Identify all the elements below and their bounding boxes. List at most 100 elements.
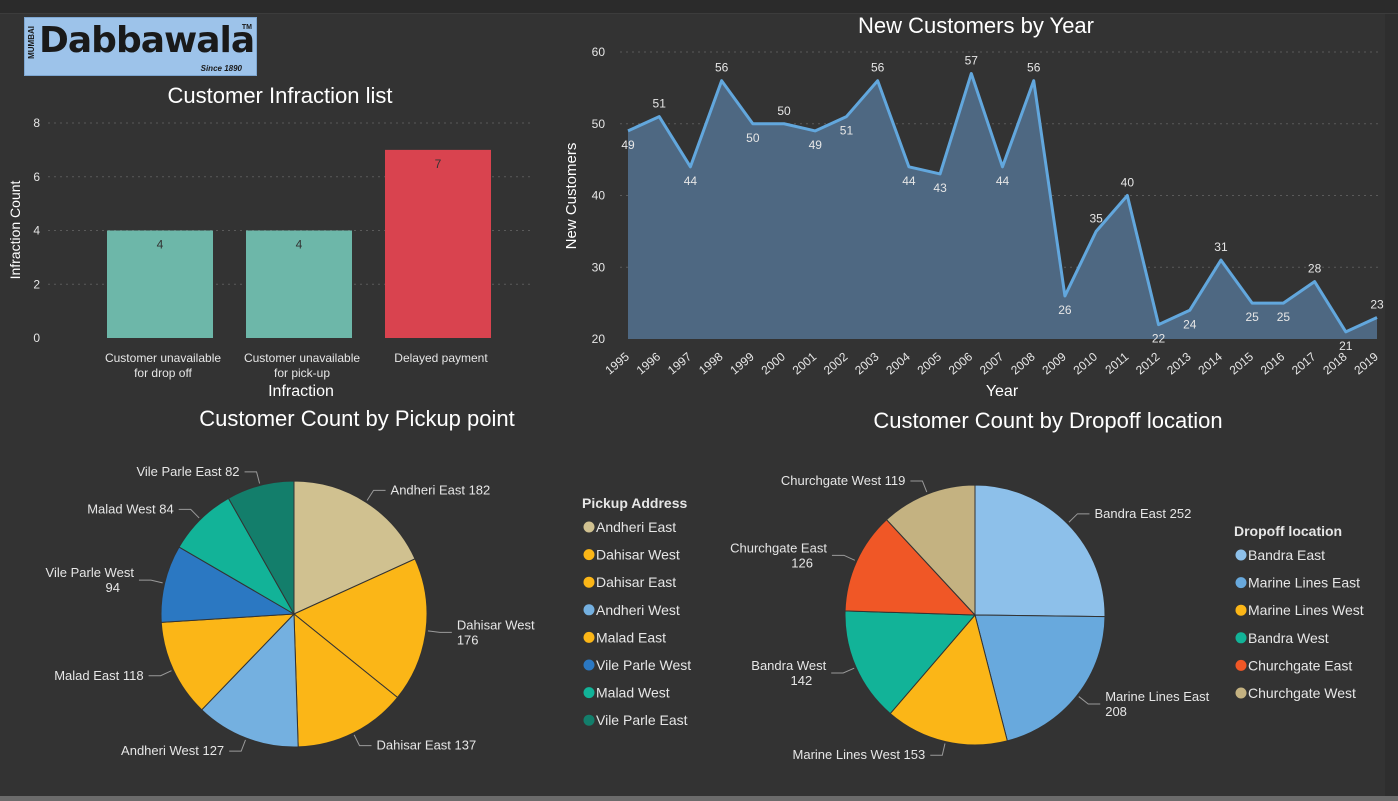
line-x-tick-label: 2009 — [1039, 349, 1069, 377]
bar-category-label: Delayed payment — [394, 351, 488, 365]
dropoff-legend-label: Marine Lines East — [1248, 575, 1360, 591]
dropoff-pie-slice — [885, 484, 976, 617]
line-data-label: 56 — [871, 61, 885, 75]
bar-y-tick-label: 0 — [33, 331, 40, 345]
pickup-slice-label: Malad West 84 — [87, 501, 173, 516]
pickup-pie-slice — [227, 480, 295, 616]
dropoff-legend-label: Bandra East — [1248, 547, 1325, 563]
right-scroll-strip[interactable] — [1385, 14, 1398, 796]
pickup-slice-value: 176 — [457, 632, 479, 647]
pickup-legend-marker — [583, 521, 595, 533]
bar-category-label: for drop off — [134, 366, 192, 380]
dropoff-slice-label: Bandra East 252 — [1094, 506, 1191, 521]
dropoff-slice-label: Churchgate West 119 — [781, 473, 906, 488]
dropoff-slice-value: 208 — [1105, 704, 1127, 719]
line-data-label: 44 — [996, 174, 1010, 188]
series-line — [627, 72, 1378, 334]
dropoff-pie-slice — [974, 484, 1106, 618]
line-x-tick-label: 2007 — [977, 349, 1007, 377]
line-x-tick-label: 1996 — [634, 349, 664, 377]
line-y-tick-label: 20 — [592, 332, 606, 346]
dropoff-legend-marker — [1235, 687, 1247, 699]
bar — [107, 230, 213, 338]
dropoff-slice-label: Marine Lines East — [1105, 689, 1209, 704]
line-y-tick-label: 30 — [592, 260, 606, 274]
pickup-legend-label: Malad East — [596, 629, 666, 645]
line-x-tick-label: 1999 — [727, 349, 757, 377]
pickup-leader-line — [244, 471, 261, 484]
logo-wordmark: Dabbawala — [39, 20, 255, 61]
line-y-tick-label: 50 — [592, 117, 606, 131]
dropoff-slice-value: 126 — [791, 555, 813, 570]
pickup-legend-label: Andheri West — [596, 602, 680, 618]
line-data-label: 49 — [809, 138, 823, 152]
line-x-tick-label: 1998 — [696, 349, 726, 377]
line-data-label: 23 — [1370, 297, 1384, 311]
dropoff-legend-marker — [1235, 604, 1247, 616]
pickup-slice-value: 127 — [202, 743, 224, 758]
pickup-slice-value: 94 — [105, 580, 119, 595]
dropoff-leader-line — [910, 480, 928, 493]
dropoff-legend-marker — [1235, 549, 1247, 561]
pickup-slice-value: 182 — [469, 482, 491, 497]
dropoff-pie-slice — [844, 610, 977, 715]
line-y-axis-title: New Customers — [563, 143, 580, 250]
pickup-pie-slice — [293, 480, 416, 615]
line-x-tick-label: 2000 — [759, 349, 789, 377]
logo-since-text: Since 1890 — [200, 64, 242, 73]
pickup-legend-marker — [583, 687, 595, 699]
line-x-tick-label: 2013 — [1164, 349, 1194, 377]
pickup-chart-title: Customer Count by Pickup point — [199, 406, 515, 431]
dropoff-pie-slice — [844, 518, 977, 616]
line-data-label: 57 — [965, 54, 979, 68]
dashboard-canvas: Customer Infraction list02468Infraction … — [7, 13, 1384, 762]
bar-y-axis-title: Infraction Count — [7, 180, 23, 279]
line-x-tick-label: 2003 — [852, 349, 882, 377]
area-fill — [628, 73, 1377, 340]
line-data-label: 31 — [1214, 240, 1228, 254]
line-data-label: 35 — [1089, 211, 1103, 225]
dropoff-legend-label: Churchgate West — [1248, 685, 1356, 701]
pickup-legend-marker — [583, 714, 595, 726]
pickup-slice-value: 82 — [225, 464, 239, 479]
window-top-strip — [0, 0, 1398, 14]
line-data-label: 40 — [1121, 176, 1135, 190]
pickup-leader-line — [427, 630, 452, 633]
bar-data-label: 4 — [296, 238, 303, 252]
line-data-label: 51 — [840, 124, 854, 138]
line-x-tick-label: 2016 — [1258, 349, 1288, 377]
pickup-pie-slice — [160, 546, 296, 623]
bar-y-tick-label: 8 — [33, 116, 40, 130]
pickup-pie-slice — [178, 497, 296, 616]
line-x-tick-label: 1997 — [665, 349, 695, 377]
bar-category-label: Customer unavailable — [105, 351, 221, 365]
dropoff-leader-line — [831, 554, 856, 561]
pickup-leader-line — [138, 579, 163, 584]
pickup-legend-title: Pickup Address — [582, 495, 688, 511]
dropoff-slice-value: 142 — [791, 673, 813, 688]
line-data-label: 26 — [1058, 303, 1072, 317]
line-y-tick-label: 60 — [592, 45, 606, 59]
pickup-leader-line — [229, 739, 246, 752]
dropoff-pie-slice — [889, 613, 1008, 746]
dabbawala-logo: MUMBAI Dabbawala TM Since 1890 — [24, 17, 257, 76]
line-data-label: 21 — [1339, 339, 1353, 353]
line-data-label: 43 — [933, 181, 947, 195]
line-x-tick-label: 2018 — [1320, 349, 1350, 377]
pickup-legend-label: Dahisar East — [596, 574, 676, 590]
pickup-pie-slice — [201, 612, 299, 748]
line-x-axis-title: Year — [986, 383, 1019, 400]
window-bottom-strip — [0, 796, 1398, 801]
pickup-legend-label: Vile Parle West — [596, 657, 691, 673]
dropoff-leader-line — [930, 743, 946, 756]
bar-y-tick-label: 4 — [33, 224, 40, 238]
line-data-label: 50 — [777, 104, 791, 118]
pickup-legend-label: Andheri East — [596, 519, 676, 535]
line-data-label: 56 — [715, 61, 729, 75]
dropoff-slice-label: Bandra West — [751, 658, 826, 673]
pickup-slice-label: Andheri West 127 — [121, 743, 224, 758]
pickup-legend-label: Vile Parle East — [596, 712, 688, 728]
dropoff-legend-label: Churchgate East — [1248, 657, 1352, 673]
line-x-tick-label: 2012 — [1133, 349, 1163, 377]
line-x-tick-label: 2014 — [1195, 349, 1225, 377]
